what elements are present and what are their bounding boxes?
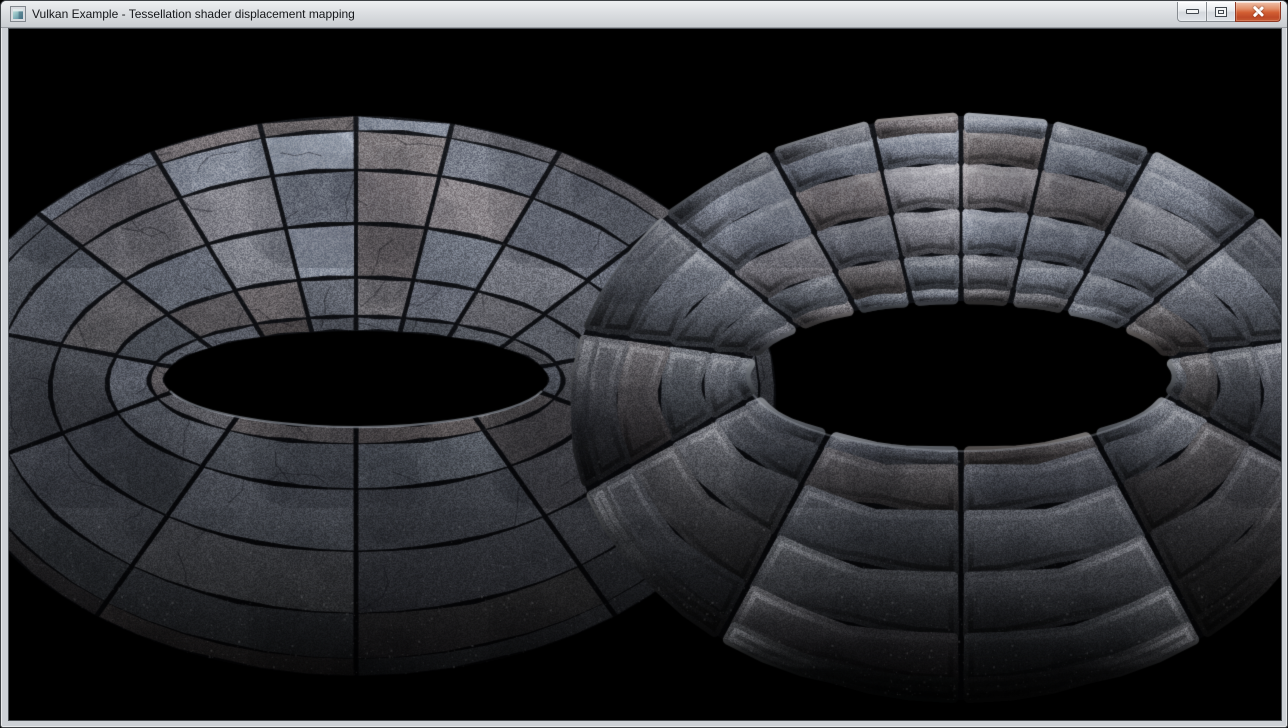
maximize-icon xyxy=(1215,7,1227,17)
minimize-button[interactable] xyxy=(1177,2,1207,22)
window-title: Vulkan Example - Tessellation shader dis… xyxy=(32,1,355,27)
window-controls xyxy=(1178,2,1281,22)
titlebar[interactable]: Vulkan Example - Tessellation shader dis… xyxy=(1,1,1287,28)
close-icon xyxy=(1252,5,1265,18)
vulkan-viewport[interactable] xyxy=(8,28,1282,721)
close-button[interactable] xyxy=(1235,2,1281,22)
maximize-button[interactable] xyxy=(1206,2,1236,22)
application-icon[interactable] xyxy=(10,6,26,22)
minimize-icon xyxy=(1186,9,1199,14)
render-area xyxy=(8,28,1282,721)
app-window: Vulkan Example - Tessellation shader dis… xyxy=(0,0,1288,728)
